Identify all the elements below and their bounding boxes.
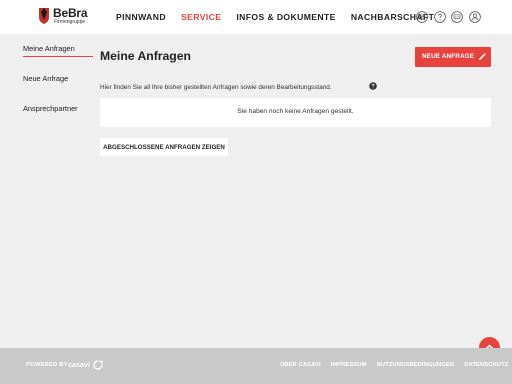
- help-icon[interactable]: [369, 82, 377, 90]
- main-nav: PINNWAND SERVICE INFOS & DOKUMENTE NACHB…: [116, 12, 449, 22]
- footer-links: ÜBER CASAVI IMPRESSUM NUTZUNGSBEDINGUNGE…: [280, 362, 508, 368]
- logo-text: BeBra: [53, 6, 88, 20]
- sidebar-item-ansprechpartner[interactable]: Ansprechpartner: [23, 104, 78, 113]
- new-request-button[interactable]: NEUE ANFRAGE: [415, 47, 491, 67]
- footer-link-datenschutz[interactable]: DATENSCHUTZ: [464, 362, 508, 368]
- chat-icon[interactable]: [451, 11, 463, 23]
- help-circle-icon[interactable]: [433, 11, 446, 23]
- user-icon[interactable]: [468, 11, 481, 23]
- show-closed-requests-label: ABGESCHLOSSENE ANFRAGEN ZEIGEN: [103, 143, 225, 151]
- footer-link-ueber-casavi[interactable]: ÜBER CASAVI: [280, 362, 321, 368]
- brand-logo[interactable]: BeBra Firmengruppe: [37, 6, 99, 29]
- page-title: Meine Anfragen: [100, 49, 191, 63]
- empty-state-box: Sie haben noch keine Anfragen gestellt.: [100, 98, 491, 127]
- nav-item-infos-dokumente[interactable]: INFOS & DOKUMENTE: [236, 12, 335, 22]
- casavi-logo[interactable]: casavi: [68, 360, 90, 369]
- nav-item-service[interactable]: SERVICE: [181, 12, 221, 22]
- mail-icon[interactable]: [416, 11, 428, 23]
- nav-item-pinnwand[interactable]: PINNWAND: [116, 12, 166, 22]
- logo-subtitle: Firmengruppe: [54, 19, 86, 25]
- header-icons: [416, 11, 486, 23]
- show-closed-requests-button[interactable]: ABGESCHLOSSENE ANFRAGEN ZEIGEN: [100, 138, 228, 156]
- pencil-icon: [479, 53, 486, 60]
- active-indicator: [23, 56, 93, 57]
- new-request-label: NEUE ANFRAGE: [422, 53, 475, 60]
- intro-text: Hier finden Sie all Ihre bisher gestellt…: [100, 84, 332, 91]
- crest-icon: [39, 8, 49, 24]
- footer-link-nutzungsbedingungen[interactable]: NUTZUNGSBEDINGUNGEN: [377, 362, 455, 368]
- sidebar-item-meine-anfragen[interactable]: Meine Anfragen: [23, 44, 75, 53]
- empty-state-text: Sie haben noch keine Anfragen gestellt.: [237, 108, 354, 115]
- powered-by-text: POWERED BY: [26, 362, 68, 368]
- top-header: BeBra Firmengruppe PINNWAND SERVICE INFO…: [0, 0, 512, 34]
- sidebar-item-neue-anfrage[interactable]: Neue Anfrage: [23, 74, 68, 83]
- footer: POWERED BY casavi ÜBER CASAVI IMPRESSUM …: [0, 348, 512, 384]
- casavi-mark-icon: [93, 360, 103, 370]
- footer-link-impressum[interactable]: IMPRESSUM: [331, 362, 367, 368]
